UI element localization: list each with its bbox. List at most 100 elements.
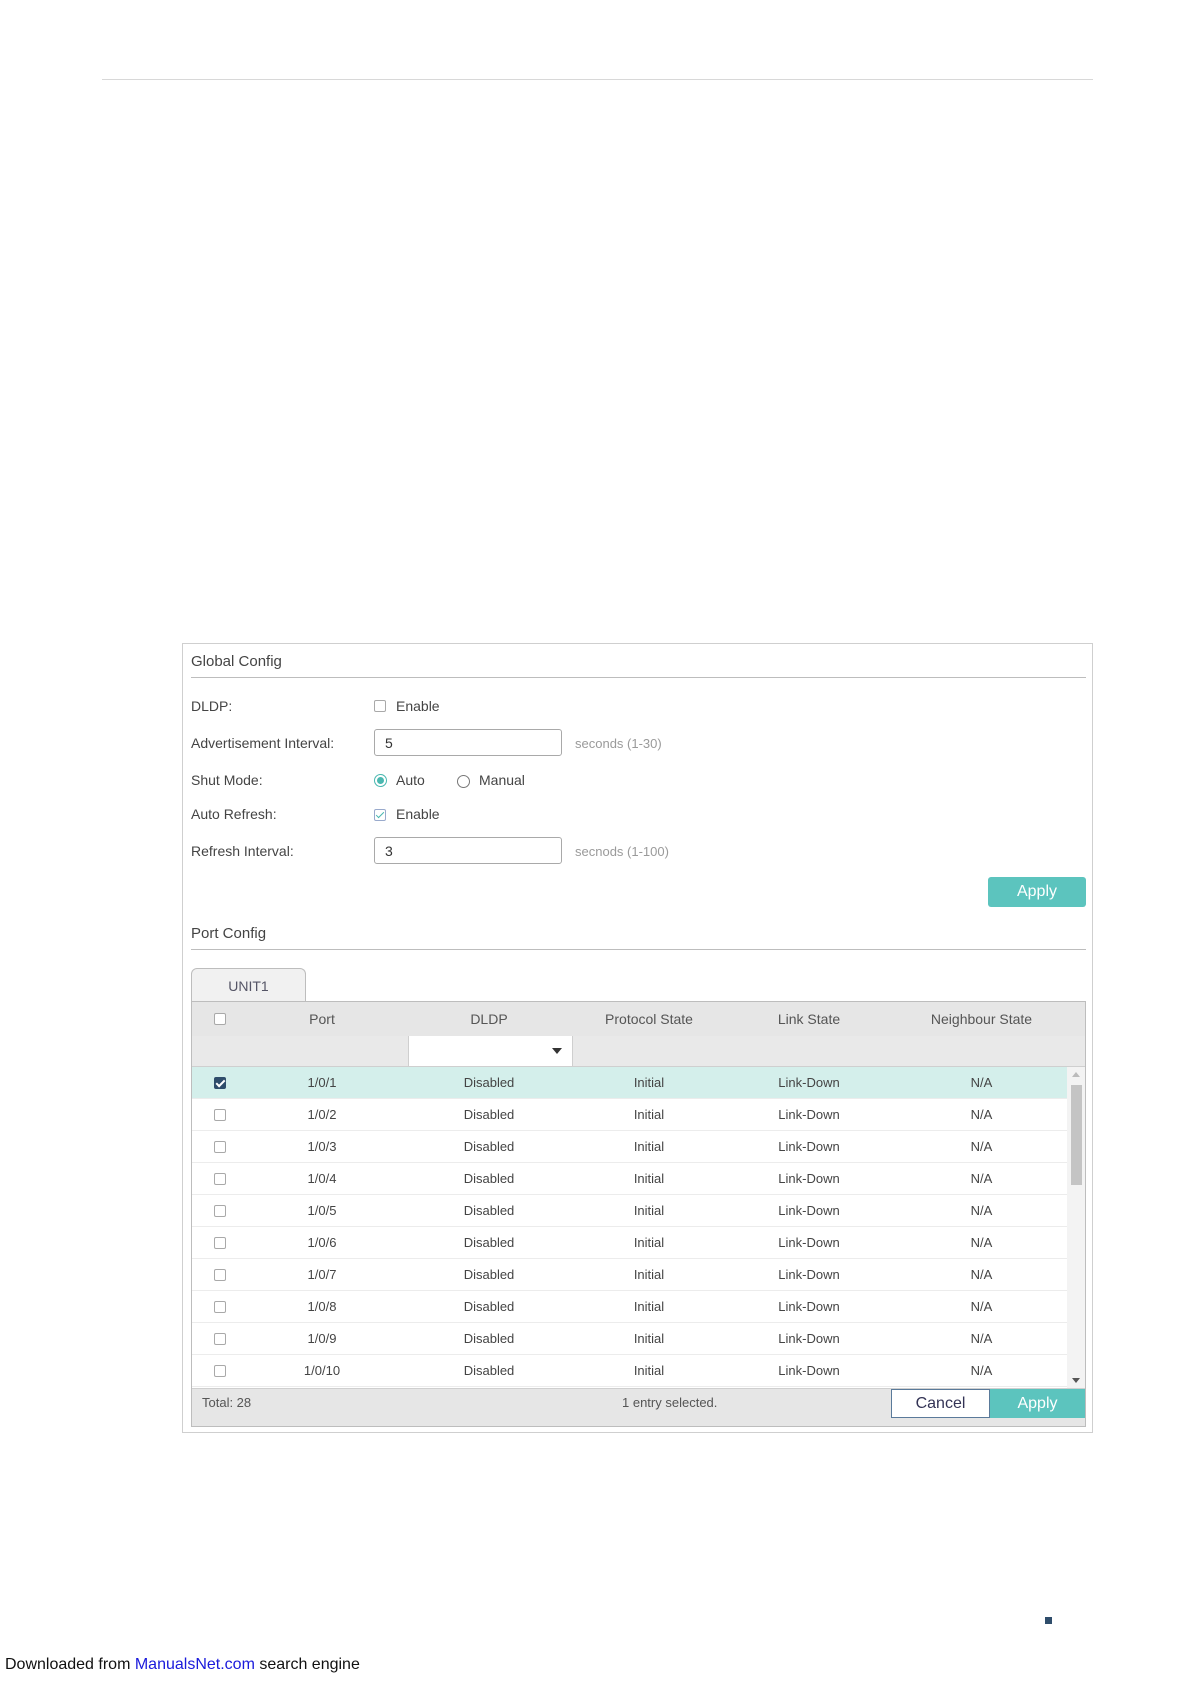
- link-state-cell: Link-Down: [778, 1107, 840, 1122]
- download-footer: Downloaded from ManualsNet.com search en…: [5, 1656, 360, 1674]
- auto-refresh-label: Auto Refresh:: [191, 806, 277, 822]
- protocol-state-cell: Initial: [633, 1203, 665, 1218]
- table-row[interactable]: 1/0/5 Disabled Initial Link-Down N/A: [192, 1195, 1067, 1227]
- global-config-title: Global Config: [191, 653, 282, 670]
- shut-mode-label: Shut Mode:: [191, 772, 263, 788]
- row-checkbox[interactable]: [214, 1365, 226, 1377]
- dldp-cell: Disabled: [463, 1139, 515, 1154]
- table-row[interactable]: 1/0/1 Disabled Initial Link-Down N/A: [192, 1067, 1067, 1099]
- table-scrollbar[interactable]: [1067, 1067, 1085, 1388]
- advertisement-interval-label: Advertisement Interval:: [191, 735, 335, 751]
- advertisement-interval-input[interactable]: [374, 729, 562, 756]
- port-cell: 1/0/6: [307, 1235, 337, 1250]
- table-row[interactable]: 1/0/4 Disabled Initial Link-Down N/A: [192, 1163, 1067, 1195]
- row-checkbox[interactable]: [214, 1141, 226, 1153]
- neighbour-state-cell: N/A: [970, 1267, 993, 1282]
- column-header-neighbour-state[interactable]: Neighbour State: [894, 1002, 1069, 1036]
- top-divider: [102, 79, 1093, 80]
- protocol-state-cell: Initial: [633, 1139, 665, 1154]
- dldp-cell: Disabled: [463, 1171, 515, 1186]
- neighbour-state-cell: N/A: [970, 1107, 993, 1122]
- row-checkbox[interactable]: [214, 1333, 226, 1345]
- tab-unit1[interactable]: UNIT1: [191, 968, 306, 1002]
- shut-mode-auto-label: Auto: [396, 772, 425, 788]
- scroll-up-icon[interactable]: [1072, 1072, 1080, 1077]
- shut-mode-auto-radio[interactable]: [374, 774, 387, 787]
- column-header-dldp[interactable]: DLDP: [424, 1002, 554, 1036]
- neighbour-state-cell: N/A: [970, 1075, 993, 1090]
- global-config-divider: [191, 677, 1086, 678]
- dldp-cell: Disabled: [463, 1235, 515, 1250]
- protocol-state-cell: Initial: [633, 1363, 665, 1378]
- table-header: Port DLDP Protocol State Link State Neig…: [192, 1002, 1085, 1037]
- dldp-cell: Disabled: [463, 1075, 515, 1090]
- port-cell: 1/0/2: [307, 1107, 337, 1122]
- protocol-state-cell: Initial: [633, 1075, 665, 1090]
- link-state-cell: Link-Down: [778, 1139, 840, 1154]
- dldp-cell: Disabled: [463, 1331, 515, 1346]
- scroll-down-icon[interactable]: [1072, 1378, 1080, 1383]
- select-all-checkbox[interactable]: [214, 1013, 226, 1025]
- column-header-port[interactable]: Port: [262, 1002, 382, 1036]
- row-checkbox[interactable]: [214, 1205, 226, 1217]
- dldp-cell: Disabled: [463, 1299, 515, 1314]
- table-row[interactable]: 1/0/2 Disabled Initial Link-Down N/A: [192, 1099, 1067, 1131]
- table-row[interactable]: 1/0/7 Disabled Initial Link-Down N/A: [192, 1259, 1067, 1291]
- port-cell: 1/0/1: [307, 1075, 337, 1090]
- selection-count: 1 entry selected.: [622, 1395, 718, 1410]
- refresh-interval-input[interactable]: [374, 837, 562, 864]
- table-row[interactable]: 1/0/8 Disabled Initial Link-Down N/A: [192, 1291, 1067, 1323]
- protocol-state-cell: Initial: [633, 1331, 665, 1346]
- footer-prefix: Downloaded from: [5, 1656, 135, 1673]
- port-cell: 1/0/10: [303, 1363, 341, 1378]
- port-cell: 1/0/8: [307, 1299, 337, 1314]
- global-apply-button[interactable]: Apply: [988, 877, 1086, 907]
- protocol-state-cell: Initial: [633, 1107, 665, 1122]
- link-state-cell: Link-Down: [778, 1075, 840, 1090]
- link-state-cell: Link-Down: [778, 1363, 840, 1378]
- dldp-filter-select[interactable]: [408, 1036, 573, 1066]
- dldp-config-panel: Global Config DLDP: Enable Advertisement…: [182, 643, 1093, 1433]
- auto-refresh-enable-checkbox[interactable]: [374, 809, 386, 821]
- port-cell: 1/0/5: [307, 1203, 337, 1218]
- row-checkbox[interactable]: [214, 1301, 226, 1313]
- table-row[interactable]: 1/0/3 Disabled Initial Link-Down N/A: [192, 1131, 1067, 1163]
- shut-mode-manual-radio[interactable]: [457, 775, 470, 788]
- footer-link[interactable]: ManualsNet.com: [135, 1656, 255, 1673]
- dldp-cell: Disabled: [463, 1203, 515, 1218]
- table-row[interactable]: 1/0/6 Disabled Initial Link-Down N/A: [192, 1227, 1067, 1259]
- port-apply-button[interactable]: Apply: [990, 1389, 1085, 1418]
- shut-mode-manual-label: Manual: [479, 772, 525, 788]
- advertisement-interval-hint: seconds (1-30): [575, 736, 662, 751]
- link-state-cell: Link-Down: [778, 1267, 840, 1282]
- neighbour-state-cell: N/A: [970, 1171, 993, 1186]
- row-checkbox[interactable]: [214, 1237, 226, 1249]
- page-marker: [1045, 1617, 1052, 1624]
- neighbour-state-cell: N/A: [970, 1203, 993, 1218]
- row-checkbox[interactable]: [214, 1109, 226, 1121]
- chevron-down-icon: [552, 1048, 562, 1054]
- neighbour-state-cell: N/A: [970, 1363, 993, 1378]
- port-cell: 1/0/4: [307, 1171, 337, 1186]
- link-state-cell: Link-Down: [778, 1299, 840, 1314]
- port-cell: 1/0/3: [307, 1139, 337, 1154]
- row-checkbox[interactable]: [214, 1269, 226, 1281]
- table-row[interactable]: 1/0/10 Disabled Initial Link-Down N/A: [192, 1355, 1067, 1387]
- row-checkbox[interactable]: [214, 1077, 226, 1089]
- row-checkbox[interactable]: [214, 1173, 226, 1185]
- dldp-enable-checkbox[interactable]: [374, 700, 386, 712]
- scroll-thumb[interactable]: [1071, 1085, 1082, 1185]
- column-header-link-state[interactable]: Link State: [744, 1002, 874, 1036]
- cancel-button[interactable]: Cancel: [891, 1389, 990, 1418]
- protocol-state-cell: Initial: [633, 1171, 665, 1186]
- table-row[interactable]: 1/0/9 Disabled Initial Link-Down N/A: [192, 1323, 1067, 1355]
- dldp-enable-label: Enable: [396, 698, 440, 714]
- port-config-title: Port Config: [191, 925, 267, 942]
- link-state-cell: Link-Down: [778, 1331, 840, 1346]
- protocol-state-cell: Initial: [633, 1299, 665, 1314]
- neighbour-state-cell: N/A: [970, 1331, 993, 1346]
- total-count: Total: 28: [202, 1395, 252, 1410]
- column-header-protocol-state[interactable]: Protocol State: [574, 1002, 724, 1036]
- footer-suffix: search engine: [254, 1656, 360, 1673]
- dldp-cell: Disabled: [463, 1363, 515, 1378]
